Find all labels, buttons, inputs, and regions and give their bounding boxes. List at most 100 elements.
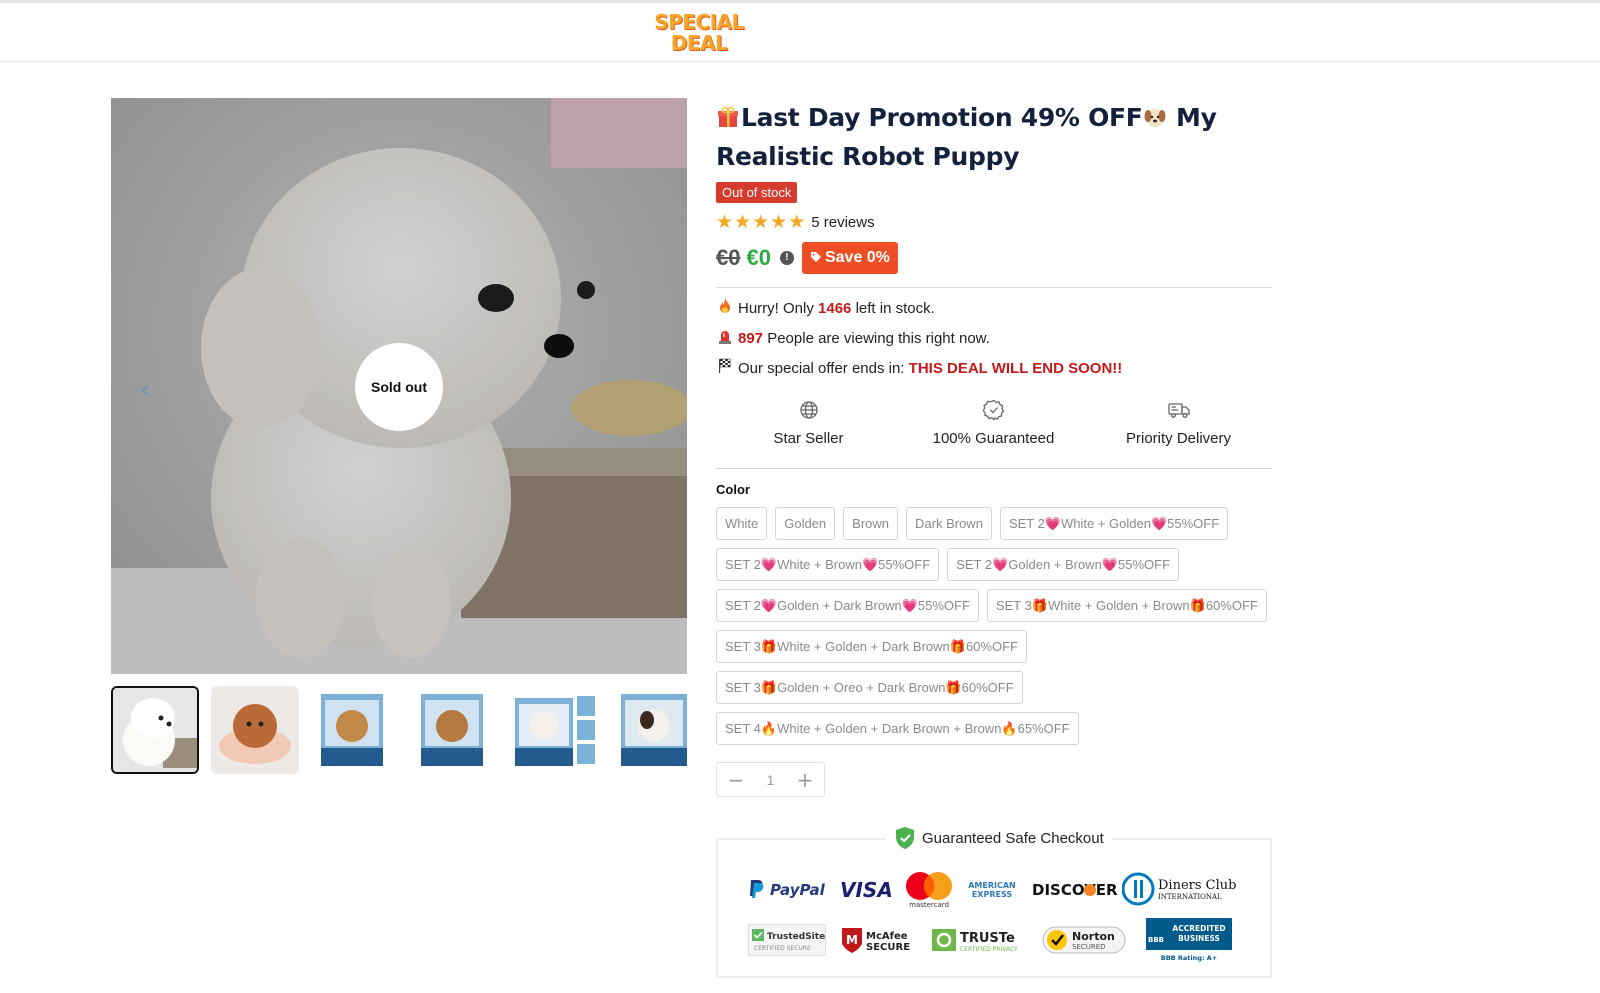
feature-label: 100% Guaranteed (932, 430, 1055, 447)
star-icon: ★ (788, 211, 806, 233)
offer-prefix: Our special offer ends in: (738, 359, 905, 377)
info-icon[interactable]: ! (779, 251, 794, 265)
shield-check-icon (896, 827, 914, 849)
viewers-count: 897 (738, 329, 764, 347)
bbb-logo: BBB ACCREDITEDBUSINESS BBB Rating: A+ (1146, 918, 1232, 962)
norton-text-2: SECURED (1072, 943, 1106, 951)
site-header: SPECIAL DEAL (0, 3, 1600, 62)
thumbnail-6[interactable] (611, 686, 687, 774)
bbb-text-1: ACCREDITED (1172, 924, 1225, 933)
stock-prefix: Hurry! Only (738, 299, 814, 317)
sold-out-badge: Sold out (355, 343, 443, 431)
mcafee-logo: M McAfeeSECURE (842, 928, 910, 953)
trustedsite-text-1: TrustedSite (767, 932, 825, 942)
quantity-plus-button[interactable]: + (796, 768, 814, 792)
tag-icon (810, 252, 821, 262)
color-option-set2-golden-dark-brown[interactable]: SET 2💗Golden + Dark Brown💗55%OFF (716, 589, 979, 622)
reviews-count[interactable]: 5 reviews (811, 214, 874, 231)
color-option-set3-white-golden-brown[interactable]: SET 3🎁White + Golden + Brown🎁60%OFF (986, 589, 1267, 622)
offer-urgency: Our special offer ends in: THIS DEAL WIL… (716, 358, 1122, 378)
product-info: Last Day Promotion 49% OFF My Realistic … (716, 98, 1272, 978)
color-option-set2-white-brown[interactable]: SET 2💗White + Brown💗55%OFF (716, 548, 940, 581)
trustedsite-text-2: CERTIFIED SECURE (754, 945, 811, 952)
thumbnail-1[interactable] (111, 686, 199, 774)
stock-suffix: left in stock. (855, 299, 935, 317)
bbb-text-2: BUSINESS (1178, 934, 1220, 943)
rating[interactable]: ★ ★ ★ ★ ★ 5 reviews (716, 211, 875, 233)
siren-icon (716, 328, 734, 348)
truste-logo: TRUSTeCERTIFIED PRIVACY (932, 929, 1018, 953)
mastercard-logo: mastercard (906, 872, 952, 908)
mastercard-text: mastercard (909, 901, 949, 908)
truste-text-2: CERTIFIED PRIVACY (960, 946, 1018, 953)
color-option-dark-brown[interactable]: Dark Brown (906, 507, 992, 540)
color-option-white[interactable]: White (716, 507, 768, 540)
divider (716, 287, 1272, 288)
save-badge: Save 0% (801, 242, 898, 274)
truste-text-1: TRUSTe (960, 931, 1015, 946)
special-deal-logo[interactable]: SPECIAL DEAL (654, 12, 744, 54)
star-icon: ★ (770, 211, 788, 233)
logo-line-1: SPECIAL (654, 10, 744, 34)
color-option-set2-white-golden[interactable]: SET 2💗White + Golden💗55%OFF (999, 507, 1229, 540)
discover-text: DISCOVER (1032, 881, 1118, 899)
paypal-logo: PayPal (750, 880, 826, 899)
sale-price: €0 (746, 245, 771, 270)
visa-text: VISA (840, 878, 893, 901)
title-text-part-1: Last Day Promotion 49% OFF (741, 103, 1143, 132)
viewers-suffix: People are viewing this right now. (767, 329, 990, 347)
compare-price: €0 (716, 245, 741, 270)
main-product-image[interactable]: ‹ › Sold out (111, 98, 687, 674)
color-option-brown[interactable]: Brown (843, 507, 899, 540)
color-option-set3-white-golden-dark-brown[interactable]: SET 3🎁White + Golden + Dark Brown🎁60%OFF (716, 630, 1027, 663)
quantity-input[interactable]: 1 (767, 772, 775, 788)
dog-face-icon (1144, 109, 1166, 127)
color-option-golden[interactable]: Golden (775, 507, 836, 540)
quantity-stepper: − 1 + (716, 762, 825, 797)
logo-line-2: DEAL (670, 31, 728, 55)
amex-text-2: EXPRESS (972, 890, 1013, 899)
product-title: Last Day Promotion 49% OFF My Realistic … (716, 98, 1272, 176)
feature-list: Star Seller 100% Guaranteed Priority Del… (716, 398, 1272, 458)
safe-checkout-box: PayPal VISA mastercard AMERICAN EXPRESS D… (716, 838, 1272, 978)
chevron-left-icon[interactable]: ‹ (133, 376, 157, 404)
star-icon: ★ (734, 211, 752, 233)
trustedsite-logo: TrustedSite CERTIFIED SECURE (748, 924, 826, 956)
color-option-set2-golden-brown[interactable]: SET 2💗Golden + Brown💗55%OFF (947, 548, 1180, 581)
viewers-urgency: 897 People are viewing this right now. (716, 328, 990, 348)
amex-logo: AMERICANEXPRESS (968, 881, 1016, 899)
divider (716, 468, 1272, 469)
safe-checkout-heading: Guaranteed Safe Checkout (886, 826, 1112, 850)
discover-logo: DISCOVER (1032, 881, 1118, 899)
diners-text-1: Diners Club (1158, 878, 1236, 893)
price-row: €0 €0 ! Save 0% (716, 242, 898, 274)
feature-star-seller: Star Seller (716, 398, 901, 447)
feature-priority-delivery: Priority Delivery (1086, 398, 1271, 447)
globe-icon (716, 398, 901, 422)
thumbnail-4[interactable] (411, 686, 499, 774)
trust-logos: TrustedSite CERTIFIED SECURE M McAfee SECUR… (748, 918, 1236, 962)
norton-logo: NortonSECURED (1042, 926, 1126, 954)
thumbnail-2[interactable] (211, 686, 299, 774)
thumbnail-5[interactable] (511, 686, 599, 774)
mcafee-text-2: SECURE (866, 942, 910, 953)
offer-value: THIS DEAL WILL END SOON!! (908, 359, 1123, 377)
chevron-right-icon[interactable]: › (637, 196, 687, 224)
safe-checkout-title: Guaranteed Safe Checkout (922, 829, 1104, 847)
quantity-minus-button[interactable]: − (727, 768, 745, 792)
amex-text-1: AMERICAN (968, 881, 1016, 890)
payment-logos: PayPal VISA mastercard AMERICAN EXPRESS D… (748, 870, 1238, 908)
star-icon: ★ (716, 211, 734, 233)
fire-icon (716, 298, 734, 318)
stock-count: 1466 (818, 299, 852, 317)
svg-text:BBB: BBB (1148, 936, 1164, 944)
color-option-set3-golden-oreo-dark-brown[interactable]: SET 3🎁Golden + Oreo + Dark Brown🎁60%OFF (716, 671, 1023, 704)
color-option-set4-all[interactable]: SET 4🔥White + Golden + Dark Brown + Brow… (716, 712, 1079, 745)
diners-club-logo: Diners ClubINTERNATIONAL (1122, 872, 1236, 906)
feature-label: Star Seller (773, 430, 844, 447)
feature-label: Priority Delivery (1125, 430, 1231, 447)
stock-urgency: Hurry! Only 1466 left in stock. (716, 298, 935, 318)
thumbnail-3[interactable] (311, 686, 399, 774)
feature-guaranteed: 100% Guaranteed (901, 398, 1086, 447)
mcafee-text-1: McAfee (866, 931, 908, 942)
